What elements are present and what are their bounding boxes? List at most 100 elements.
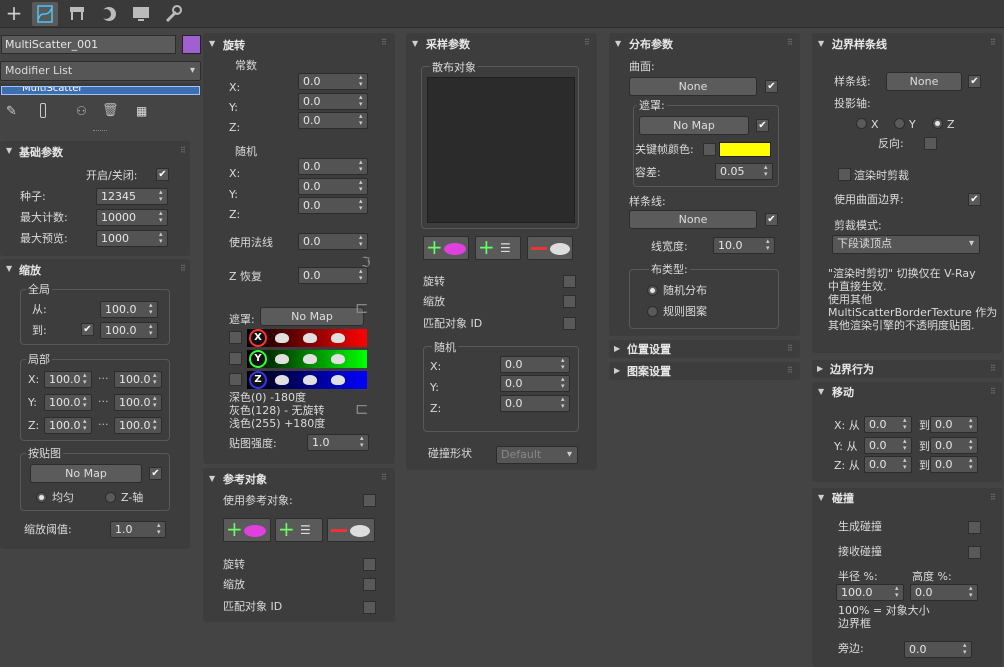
use-normal-spinner[interactable]: 0.0 xyxy=(298,233,368,250)
add-list-button[interactable]: + ☰ xyxy=(475,235,521,260)
grip-icon[interactable]: ⠿ xyxy=(584,39,590,47)
grip-icon[interactable]: ⠿ xyxy=(787,345,793,353)
utilities-tab[interactable] xyxy=(160,2,186,26)
grip-icon[interactable]: ⠿ xyxy=(381,39,387,47)
scatter-objects-list[interactable] xyxy=(427,77,575,223)
rollout-title[interactable]: 边界样条线 xyxy=(832,38,887,51)
grip-icon[interactable]: ⠿ xyxy=(990,494,996,502)
rollout-title[interactable]: 旋转 xyxy=(223,39,245,52)
ref-rotation-checkbox[interactable] xyxy=(363,558,376,571)
const-y-spinner[interactable]: 0.0 xyxy=(298,93,368,110)
zaxis-radio[interactable] xyxy=(105,492,116,503)
position-settings-rollout[interactable]: ▶ 位置设置 ⠿ xyxy=(609,340,800,358)
configure-sets-icon[interactable]: ▦ xyxy=(136,104,147,118)
rot-y-checkbox[interactable] xyxy=(229,352,242,365)
rollout-title[interactable]: 分布参数 xyxy=(629,38,673,51)
bottom-spinner[interactable]: 0.0 xyxy=(904,641,972,658)
show-end-result-icon[interactable] xyxy=(40,103,46,118)
modifier-list-dropdown[interactable]: Modifier List xyxy=(0,61,201,81)
ref-match-id-checkbox[interactable] xyxy=(363,601,376,614)
remove-reference-button[interactable] xyxy=(327,518,375,542)
rollout-title[interactable]: 边界行为 xyxy=(830,363,874,376)
add-list-button[interactable]: + ☰ xyxy=(275,517,323,542)
threshold-spinner[interactable]: 1.0 xyxy=(110,521,166,538)
rollout-title[interactable]: 缩放 xyxy=(19,264,41,277)
modify-tab[interactable] xyxy=(32,2,58,26)
local-y-to[interactable]: 100.0 xyxy=(114,394,162,411)
add-object-button[interactable]: + xyxy=(423,235,469,260)
grip-icon[interactable]: ⠿ xyxy=(990,365,996,373)
rot-x-checkbox[interactable] xyxy=(229,331,242,344)
add-reference-button[interactable]: + xyxy=(223,517,271,542)
display-tab[interactable] xyxy=(128,2,154,26)
dist-mask-checkbox[interactable]: ✔ xyxy=(756,119,769,132)
collapse-arrow[interactable]: ▼ xyxy=(412,39,418,48)
rollout-title[interactable]: 位置设置 xyxy=(627,343,671,356)
proj-x-radio[interactable] xyxy=(856,118,867,129)
rollout-title[interactable]: 碰撞 xyxy=(832,492,854,505)
collapse-arrow[interactable]: ▼ xyxy=(6,264,12,273)
border-behavior-rollout[interactable]: ▶ 边界行为 ⠿ xyxy=(812,360,1002,378)
sampling-y-spinner[interactable]: 0.0 xyxy=(500,375,570,392)
scale-map-button[interactable]: No Map xyxy=(30,464,142,483)
grip-icon[interactable]: ⠿ xyxy=(787,367,793,375)
expand-arrow[interactable]: ▶ xyxy=(614,366,620,375)
stack-item-selected[interactable]: MultiScatter xyxy=(1,86,200,95)
clip-mode-dropdown[interactable]: 下段读顶点 xyxy=(832,235,980,254)
onoff-checkbox[interactable]: ✔ xyxy=(156,168,169,181)
grip-icon[interactable]: ⠿ xyxy=(180,265,186,273)
modifier-stack[interactable]: MultiScatter xyxy=(0,83,201,95)
proj-y-radio[interactable] xyxy=(894,118,905,129)
z-restore-spinner[interactable]: 0.0 xyxy=(298,267,368,284)
grip-icon[interactable]: ⠿ xyxy=(381,474,387,482)
height-spinner[interactable]: 0.0 xyxy=(910,584,978,601)
pin-icon[interactable]: ✎ xyxy=(6,104,17,119)
move-x-to[interactable]: 0.0 xyxy=(930,416,978,433)
hierarchy-tab[interactable] xyxy=(64,2,90,26)
rollout-title[interactable]: 移动 xyxy=(832,386,854,399)
move-y-from[interactable]: 0.0 xyxy=(864,437,912,454)
local-y-from[interactable]: 100.0 xyxy=(44,394,92,411)
collision-shape-dropdown[interactable]: Default xyxy=(496,446,578,464)
dist-mask-button[interactable]: No Map xyxy=(639,116,749,135)
collapse-arrow[interactable]: ▼ xyxy=(615,39,621,48)
collapse-arrow[interactable]: ▼ xyxy=(209,39,215,48)
proj-z-radio[interactable] xyxy=(932,118,943,129)
local-z-from[interactable]: 100.0 xyxy=(44,417,92,434)
rollout-title[interactable]: 参考对象 xyxy=(223,473,267,486)
make-unique-icon[interactable]: ⚇ xyxy=(76,104,87,118)
global-to-spinner[interactable]: 100.0 xyxy=(100,322,158,339)
border-spline-checkbox[interactable]: ✔ xyxy=(968,75,981,88)
radius-spinner[interactable]: 100.0 xyxy=(836,584,904,601)
const-z-spinner[interactable]: 0.0 xyxy=(298,112,368,129)
strength-spinner[interactable]: 1.0 xyxy=(307,434,369,451)
sampling-scale-checkbox[interactable] xyxy=(563,295,576,308)
regular-pattern-radio[interactable] xyxy=(647,306,658,317)
tolerance-spinner[interactable]: 0.05 xyxy=(715,163,773,180)
use-surface-border-checkbox[interactable]: ✔ xyxy=(968,193,981,206)
collapse-arrow[interactable]: ▼ xyxy=(818,387,824,396)
move-y-to[interactable]: 0.0 xyxy=(930,437,978,454)
sampling-rotation-checkbox[interactable] xyxy=(563,275,576,288)
reverse-checkbox[interactable] xyxy=(924,137,937,150)
to-checkbox[interactable]: ✔ xyxy=(81,323,94,336)
object-name-field[interactable]: MultiScatter_001 xyxy=(1,35,176,54)
random-dist-radio[interactable] xyxy=(647,285,658,296)
local-x-to[interactable]: 100.0 xyxy=(114,371,162,388)
receive-collision-checkbox[interactable] xyxy=(968,546,981,559)
expand-arrow[interactable]: ▶ xyxy=(817,364,823,373)
remove-object-button[interactable] xyxy=(527,236,573,260)
random-z-spinner[interactable]: 0.0 xyxy=(298,197,368,214)
use-reference-checkbox[interactable] xyxy=(363,494,376,507)
pattern-settings-rollout[interactable]: ▶ 图案设置 ⠿ xyxy=(609,362,800,380)
dist-spline-checkbox[interactable]: ✔ xyxy=(765,213,778,226)
seed-spinner[interactable]: 12345 xyxy=(96,188,168,205)
expand-arrow[interactable]: ▶ xyxy=(614,344,620,353)
clip-render-checkbox[interactable] xyxy=(838,168,851,181)
sampling-x-spinner[interactable]: 0.0 xyxy=(500,356,570,373)
grip-icon[interactable]: ⠿ xyxy=(180,147,186,155)
border-spline-button[interactable]: None xyxy=(886,72,962,91)
max-count-spinner[interactable]: 10000 xyxy=(96,209,168,226)
key-color-swatch[interactable] xyxy=(719,142,771,157)
object-color-swatch[interactable] xyxy=(182,35,201,54)
